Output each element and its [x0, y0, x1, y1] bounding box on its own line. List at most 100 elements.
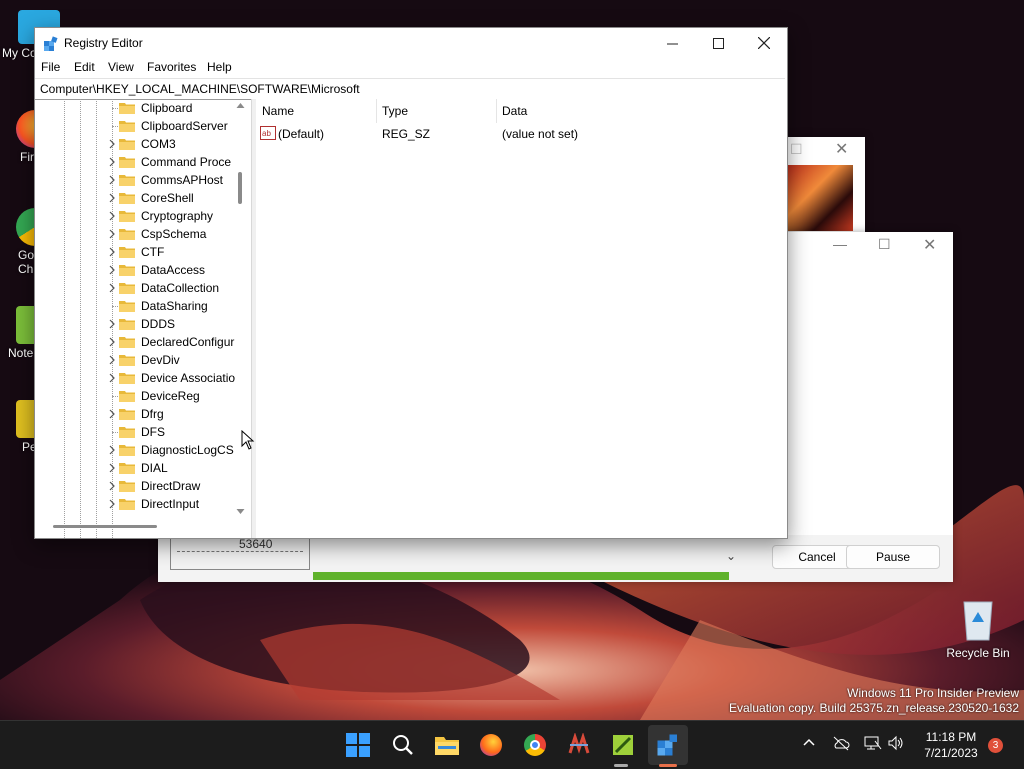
chevron-right-icon[interactable]: [107, 499, 117, 509]
show-hidden-icons[interactable]: [802, 735, 816, 752]
menu-favorites[interactable]: Favorites: [147, 60, 196, 74]
onedrive-status[interactable]: [832, 735, 850, 754]
taskbar-chrome[interactable]: [519, 729, 551, 761]
tree-item[interactable]: Cryptography: [35, 207, 235, 225]
table-row[interactable]: ab (Default) REG_SZ (value not set): [256, 125, 736, 143]
menu-view[interactable]: View: [108, 60, 134, 74]
tree-item[interactable]: DataSharing: [35, 297, 235, 315]
chevron-right-icon[interactable]: [107, 463, 117, 473]
chevron-right-icon[interactable]: [107, 211, 117, 221]
close-icon[interactable]: ✕: [835, 139, 848, 159]
address-bar[interactable]: Computer\HKEY_LOCAL_MACHINE\SOFTWARE\Mic…: [35, 78, 785, 100]
maximize-icon[interactable]: ☐: [878, 236, 891, 253]
tree-item[interactable]: DataCollection: [35, 279, 235, 297]
desktop-icon-recycle-bin[interactable]: Recycle Bin: [945, 598, 1011, 660]
taskbar-firefox[interactable]: [475, 729, 507, 761]
chevron-right-icon[interactable]: [107, 247, 117, 257]
address-path[interactable]: Computer\HKEY_LOCAL_MACHINE\SOFTWARE\Mic…: [40, 82, 360, 96]
chevron-right-icon[interactable]: [107, 373, 117, 383]
tree-item[interactable]: CspSchema: [35, 225, 235, 243]
column-header-name[interactable]: Name: [256, 99, 376, 123]
column-header-type[interactable]: Type: [376, 99, 496, 123]
taskbar-regedit[interactable]: [648, 725, 688, 765]
chevron-down-icon[interactable]: ⌄: [726, 549, 736, 563]
values-list[interactable]: Name Type Data ab (Default) REG_SZ (valu…: [256, 99, 786, 538]
chevron-right-icon[interactable]: [107, 481, 117, 491]
chevron-right-icon[interactable]: [107, 283, 117, 293]
tree-item[interactable]: DIAL: [35, 459, 235, 477]
minimize-icon[interactable]: —: [833, 236, 847, 252]
tree-vertical-scrollbar[interactable]: [234, 99, 247, 519]
column-label: Name: [262, 104, 295, 118]
tree-item[interactable]: DDDS: [35, 315, 235, 333]
menu-help[interactable]: Help: [207, 60, 232, 74]
tree-item[interactable]: DevDiv: [35, 351, 235, 369]
tree-item[interactable]: DeviceReg: [35, 387, 235, 405]
tree-item[interactable]: DeclaredConfigur: [35, 333, 235, 351]
menu-edit[interactable]: Edit: [74, 60, 95, 74]
minimize-button[interactable]: [649, 28, 695, 58]
tree-item-label: Command Proce: [141, 155, 232, 169]
column-label: Type: [382, 104, 409, 118]
tree-item[interactable]: CTF: [35, 243, 235, 261]
tree-item[interactable]: Command Proce: [35, 153, 235, 171]
folder-icon: [119, 409, 135, 420]
chevron-right-icon[interactable]: [107, 445, 117, 455]
tree-item[interactable]: DirectDraw: [35, 477, 235, 495]
taskbar-app[interactable]: [563, 729, 595, 761]
maximize-icon[interactable]: ☐: [790, 141, 803, 158]
chrome-icon: [524, 734, 546, 756]
taskbar-file-explorer[interactable]: [431, 729, 463, 761]
network-status[interactable]: [864, 735, 882, 754]
chevron-right-icon[interactable]: [107, 355, 117, 365]
image-preview: [785, 165, 853, 231]
tree-item[interactable]: DirectInput: [35, 495, 235, 513]
chevron-right-icon[interactable]: [107, 229, 117, 239]
close-button[interactable]: [741, 28, 787, 58]
maximize-button[interactable]: [695, 28, 741, 58]
folder-icon: [119, 139, 135, 150]
column-header-data[interactable]: Data: [496, 99, 746, 123]
tree-item[interactable]: Clipboard: [35, 99, 235, 117]
window-title: Registry Editor: [64, 36, 143, 50]
folder-icon: [119, 337, 135, 348]
search-button[interactable]: [387, 729, 419, 761]
notification-badge[interactable]: 3: [988, 738, 1003, 753]
tree-item[interactable]: Device Associatio: [35, 369, 235, 387]
title-bar[interactable]: Registry Editor: [35, 28, 787, 58]
chevron-right-icon[interactable]: [107, 265, 117, 275]
folder-icon: [119, 265, 135, 276]
tree-item[interactable]: DiagnosticLogCS: [35, 441, 235, 459]
key-tree[interactable]: Clipboard ClipboardServer COM3 Command Proc…: [35, 99, 250, 538]
close-icon[interactable]: ✕: [923, 235, 936, 255]
chevron-right-icon[interactable]: [107, 193, 117, 203]
chevron-right-icon[interactable]: [107, 319, 117, 329]
tree-item[interactable]: DataAccess: [35, 261, 235, 279]
taskbar-notepad-plus[interactable]: [607, 729, 639, 761]
recycle-bin-icon: [963, 601, 993, 641]
start-button[interactable]: [342, 729, 374, 761]
tree-item[interactable]: COM3: [35, 135, 235, 153]
background-window-image[interactable]: ☐ ✕: [780, 137, 865, 237]
menu-file[interactable]: File: [41, 60, 60, 74]
chevron-right-icon[interactable]: [107, 409, 117, 419]
tree-item[interactable]: CommsAPHost: [35, 171, 235, 189]
tree-item[interactable]: ClipboardServer: [35, 117, 235, 135]
clock[interactable]: 11:18 PM 7/21/2023: [921, 730, 981, 760]
folder-icon: [119, 355, 135, 366]
scrollbar-track: [236, 103, 245, 514]
scroll-thumb[interactable]: [53, 525, 157, 528]
pause-button[interactable]: Pause: [846, 545, 940, 569]
tree-item[interactable]: DFS: [35, 423, 235, 441]
chevron-right-icon[interactable]: [107, 139, 117, 149]
tree-item[interactable]: Dfrg: [35, 405, 235, 423]
registry-editor-window[interactable]: Registry Editor File Edit View Favorites…: [34, 27, 788, 539]
chevron-right-icon[interactable]: [107, 175, 117, 185]
tree-item-label: DDDS: [141, 317, 176, 331]
volume-control[interactable]: [887, 735, 905, 754]
folder-icon: [119, 445, 135, 456]
chevron-right-icon[interactable]: [107, 337, 117, 347]
chevron-right-icon[interactable]: [107, 157, 117, 167]
tree-horizontal-scrollbar[interactable]: [35, 519, 250, 537]
tree-item[interactable]: CoreShell: [35, 189, 235, 207]
